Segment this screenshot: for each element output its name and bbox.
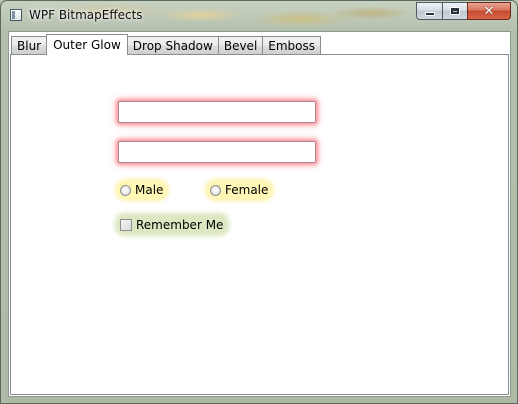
text-input-1[interactable] (118, 101, 316, 123)
remember-me-checkbox[interactable]: Remember Me (118, 216, 227, 233)
close-button[interactable]: ✕ (467, 2, 511, 20)
radio-female[interactable]: Female (208, 182, 272, 198)
tab-drop-shadow[interactable]: Drop Shadow (127, 36, 218, 55)
text-input-2[interactable] (118, 141, 316, 163)
maximize-button[interactable] (442, 2, 467, 20)
app-window: WPF BitmapEffects ✕ Blur Outer Glow Drop… (0, 0, 518, 404)
caption-buttons: ✕ (416, 2, 511, 20)
client-area: Blur Outer Glow Drop Shadow Bevel Emboss… (8, 31, 511, 397)
radio-button-male[interactable] (120, 184, 131, 196)
tab-panel-outer-glow: Male Female Remember Me (10, 54, 509, 395)
minimize-icon (424, 12, 435, 16)
maximize-icon (450, 7, 460, 15)
checkbox-box[interactable] (120, 218, 132, 231)
tab-blur[interactable]: Blur (11, 36, 47, 55)
tab-emboss[interactable]: Emboss (262, 36, 322, 55)
tab-bevel[interactable]: Bevel (217, 36, 263, 55)
radio-button-female[interactable] (210, 184, 221, 196)
minimize-button[interactable] (416, 2, 442, 20)
radio-female-label: Female (225, 183, 269, 197)
close-icon: ✕ (483, 3, 495, 19)
tab-outer-glow[interactable]: Outer Glow (46, 34, 128, 55)
radio-male-label: Male (135, 183, 164, 197)
radio-male[interactable]: Male (118, 182, 167, 198)
tab-strip: Blur Outer Glow Drop Shadow Bevel Emboss (11, 34, 322, 55)
app-icon[interactable] (10, 9, 22, 21)
title-bar[interactable]: WPF BitmapEffects ✕ (1, 1, 517, 31)
remember-me-label: Remember Me (136, 217, 224, 232)
window-title: WPF BitmapEffects (29, 8, 143, 22)
